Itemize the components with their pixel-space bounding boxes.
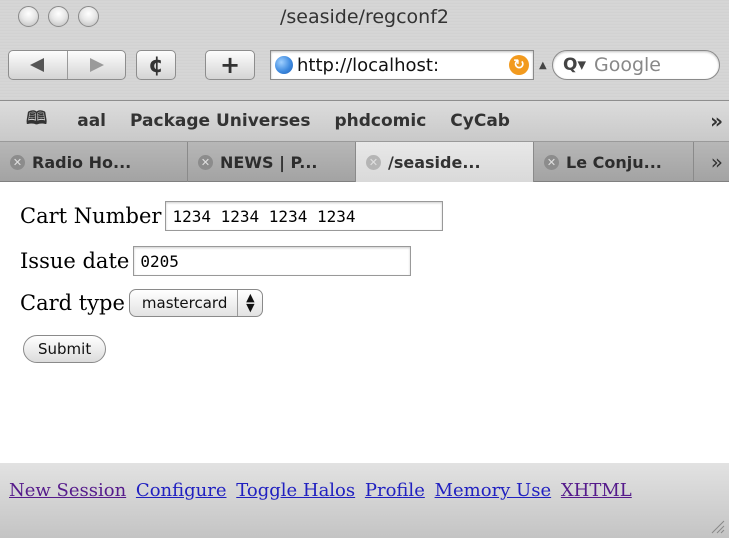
globe-icon [275,56,293,74]
issue-date-label: Issue date [20,249,130,273]
search-field[interactable]: Q▾ Google [552,50,720,80]
bookmark-item[interactable]: Package Universes [130,111,310,131]
profile-link[interactable]: Profile [365,480,425,501]
card-number-row: Cart Number [20,201,444,231]
chevron-more-icon[interactable]: » [711,150,723,174]
card-type-select[interactable]: mastercard ▲ ▼ [128,289,264,317]
address-text[interactable]: http://localhost: [297,55,509,76]
rss-icon[interactable]: ↻ [509,55,529,75]
bookmark-item[interactable]: CyCab [450,111,510,131]
back-forward-buttons [8,50,126,80]
bookmarks-bar: 🕮 aal Package Universes phdcomic CyCab » [0,101,729,142]
forward-arrow-icon [90,58,105,72]
tab[interactable]: ✕ NEWS | P... [188,142,356,182]
resize-grip-icon[interactable] [709,518,725,534]
tab-label: NEWS | P... [220,152,318,172]
seaside-toolbar: New Session Configure Toggle Halos Profi… [0,463,729,538]
tab-label: Le Conju... [566,152,662,172]
back-button[interactable] [9,51,67,79]
tab[interactable]: ✕ Radio Ho... [0,142,188,182]
back-arrow-icon [29,58,44,72]
tab-label: /seaside... [388,152,481,172]
reload-icon: ¢ [148,52,164,78]
close-tab-icon[interactable]: ✕ [366,154,381,170]
add-bookmark-button[interactable]: + [205,50,255,80]
new-session-link[interactable]: New Session [9,480,126,501]
tab-label: Radio Ho... [32,152,132,172]
tab-active[interactable]: ✕ /seaside... [356,142,534,182]
close-tab-icon[interactable]: ✕ [544,154,559,170]
search-placeholder: Google [594,54,662,76]
address-bar[interactable]: http://localhost: ↻ [270,50,534,80]
issue-date-input[interactable] [133,246,412,276]
card-number-label: Cart Number [20,204,162,228]
tab[interactable]: ✕ Le Conju... [534,142,694,182]
configure-link[interactable]: Configure [136,480,227,501]
window-title: /seaside/regconf2 [280,6,449,28]
footer-links: New Session Configure Toggle Halos Profi… [9,480,636,501]
open-book-icon[interactable]: 🕮 [26,106,47,136]
search-icon[interactable]: Q▾ [563,55,586,75]
chevron-more-icon[interactable]: » [710,109,723,133]
plus-icon: + [219,51,241,79]
submit-button[interactable]: Submit [23,335,107,363]
close-tab-icon[interactable]: ✕ [198,154,213,170]
bookmark-item[interactable]: phdcomic [334,111,426,131]
caret-up-icon: ▲ [539,60,547,71]
xhtml-link[interactable]: XHTML [561,480,632,501]
forward-button[interactable] [66,51,126,79]
browser-chrome: /seaside/regconf2 ¢ + http://localhost: … [0,0,729,101]
memory-use-link[interactable]: Memory Use [435,480,552,501]
close-tab-icon[interactable]: ✕ [10,154,25,170]
reload-button[interactable]: ¢ [136,50,176,80]
page-content: Cart Number Issue date Card type masterc… [0,183,729,463]
card-number-input[interactable] [165,201,444,231]
bookmark-item[interactable]: aal [77,111,106,131]
card-type-value: mastercard [141,294,228,312]
issue-date-row: Issue date [20,246,412,276]
up-down-arrows-icon: ▲ ▼ [246,291,255,314]
card-type-label: Card type [20,291,125,315]
card-type-row: Card type mastercard ▲ ▼ [20,289,264,317]
tab-bar: ✕ Radio Ho... ✕ NEWS | P... ✕ /seaside..… [0,142,729,182]
toggle-halos-link[interactable]: Toggle Halos [236,480,355,501]
